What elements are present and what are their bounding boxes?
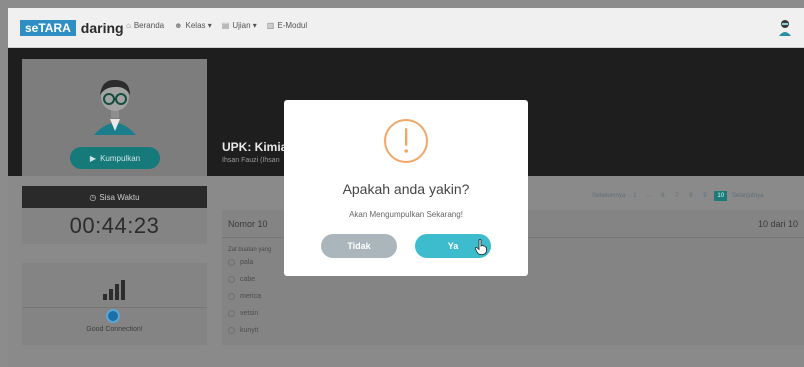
option-label: pala bbox=[240, 259, 254, 266]
play-icon: ▶ bbox=[89, 153, 97, 163]
top-navbar: seTARA daring ⌂ Beranda ☻ Kelas ▾ ▤ Ujian ▾… bbox=[8, 8, 804, 48]
page-link[interactable]: 6 bbox=[658, 193, 667, 199]
main-nav: ⌂ Beranda ☻ Kelas ▾ ▤ Ujian ▾ ▥ E-Modul bbox=[126, 21, 307, 30]
prev-page-link[interactable]: Sebelumnya bbox=[592, 193, 625, 199]
answer-option[interactable]: kunyit bbox=[228, 322, 804, 339]
answer-option[interactable]: merica bbox=[228, 288, 804, 305]
dialog-title: Apakah anda yakin? bbox=[342, 181, 470, 197]
nav-item-kelas[interactable]: ☻ Kelas ▾ bbox=[174, 21, 212, 30]
exam-user: Ihsan Fauzi (Ihsan bbox=[222, 157, 280, 164]
nav-item-label: Beranda bbox=[133, 21, 165, 30]
dialog-message: Akan Mengumpulkan Sekarang! bbox=[349, 210, 463, 219]
submit-exam-label: Kumpulkan bbox=[100, 153, 141, 163]
nav-item-label: Kelas ▾ bbox=[185, 21, 212, 30]
brand-logo[interactable]: seTARA daring bbox=[20, 20, 124, 36]
connection-card: Good Connection! bbox=[22, 263, 207, 345]
question-count: 10 dari 10 bbox=[757, 218, 798, 229]
home-icon: ⌂ bbox=[126, 21, 131, 30]
timer-card: ◷ Sisa Waktu 00:44:23 bbox=[22, 186, 207, 244]
radio-button[interactable] bbox=[228, 327, 235, 334]
brand-prefix: seTARA bbox=[20, 20, 76, 36]
student-avatar bbox=[94, 79, 136, 135]
divider bbox=[22, 307, 207, 308]
question-pagination: Sebelumnya 1 ... 6 7 8 9 10 Selanjutnya bbox=[592, 191, 763, 201]
confirm-dialog: Apakah anda yakin? Akan Mengumpulkan Sek… bbox=[284, 100, 528, 276]
warning-icon bbox=[384, 119, 428, 163]
page-ellipsis: ... bbox=[646, 193, 652, 199]
signal-bars-icon bbox=[103, 280, 125, 300]
brand-suffix: daring bbox=[80, 20, 124, 36]
document-icon: ▤ bbox=[221, 21, 230, 30]
option-label: kunyit bbox=[240, 327, 259, 334]
timer-value: 00:44:23 bbox=[69, 213, 160, 238]
nav-item-beranda[interactable]: ⌂ Beranda bbox=[126, 21, 164, 30]
nav-item-ujian[interactable]: ▤ Ujian ▾ bbox=[222, 21, 257, 30]
cancel-button[interactable]: Tidak bbox=[321, 234, 397, 258]
option-label: merica bbox=[240, 293, 262, 300]
connection-status: Good Connection! bbox=[86, 326, 143, 333]
radio-button[interactable] bbox=[228, 310, 235, 317]
radio-button[interactable] bbox=[228, 293, 235, 300]
question-number: Nomor 10 bbox=[228, 218, 268, 229]
timer-label: Sisa Waktu bbox=[99, 192, 140, 202]
page-link[interactable]: 7 bbox=[672, 193, 681, 199]
hand-cursor-icon bbox=[475, 239, 487, 255]
page-link[interactable]: 1 bbox=[630, 193, 639, 199]
connection-status-icon bbox=[106, 309, 120, 323]
users-icon: ☻ bbox=[174, 21, 183, 30]
radio-button[interactable] bbox=[228, 276, 235, 283]
radio-button[interactable] bbox=[228, 259, 235, 266]
nav-item-label: Ujian ▾ bbox=[232, 21, 257, 30]
submit-exam-button[interactable]: ▶ Kumpulkan bbox=[70, 147, 160, 169]
option-label: cabe bbox=[240, 276, 256, 283]
next-page-link[interactable]: Selanjutnya bbox=[732, 193, 763, 199]
book-icon: ▥ bbox=[266, 21, 275, 30]
option-label: vetsin bbox=[240, 310, 259, 317]
clock-icon: ◷ bbox=[89, 192, 97, 202]
profile-card: ▶ Kumpulkan bbox=[22, 59, 207, 177]
answer-option[interactable]: vetsin bbox=[228, 305, 804, 322]
page-link-active[interactable]: 10 bbox=[714, 191, 728, 201]
nav-item-label: E-Modul bbox=[277, 21, 308, 30]
nav-item-emodul[interactable]: ▥ E-Modul bbox=[267, 21, 307, 30]
page-link[interactable]: 8 bbox=[686, 193, 695, 199]
page-link[interactable]: 9 bbox=[700, 193, 709, 199]
user-avatar-icon[interactable] bbox=[778, 19, 792, 37]
timer-header: ◷ Sisa Waktu bbox=[22, 186, 207, 208]
exam-title: UPK: Kimia bbox=[222, 140, 288, 154]
